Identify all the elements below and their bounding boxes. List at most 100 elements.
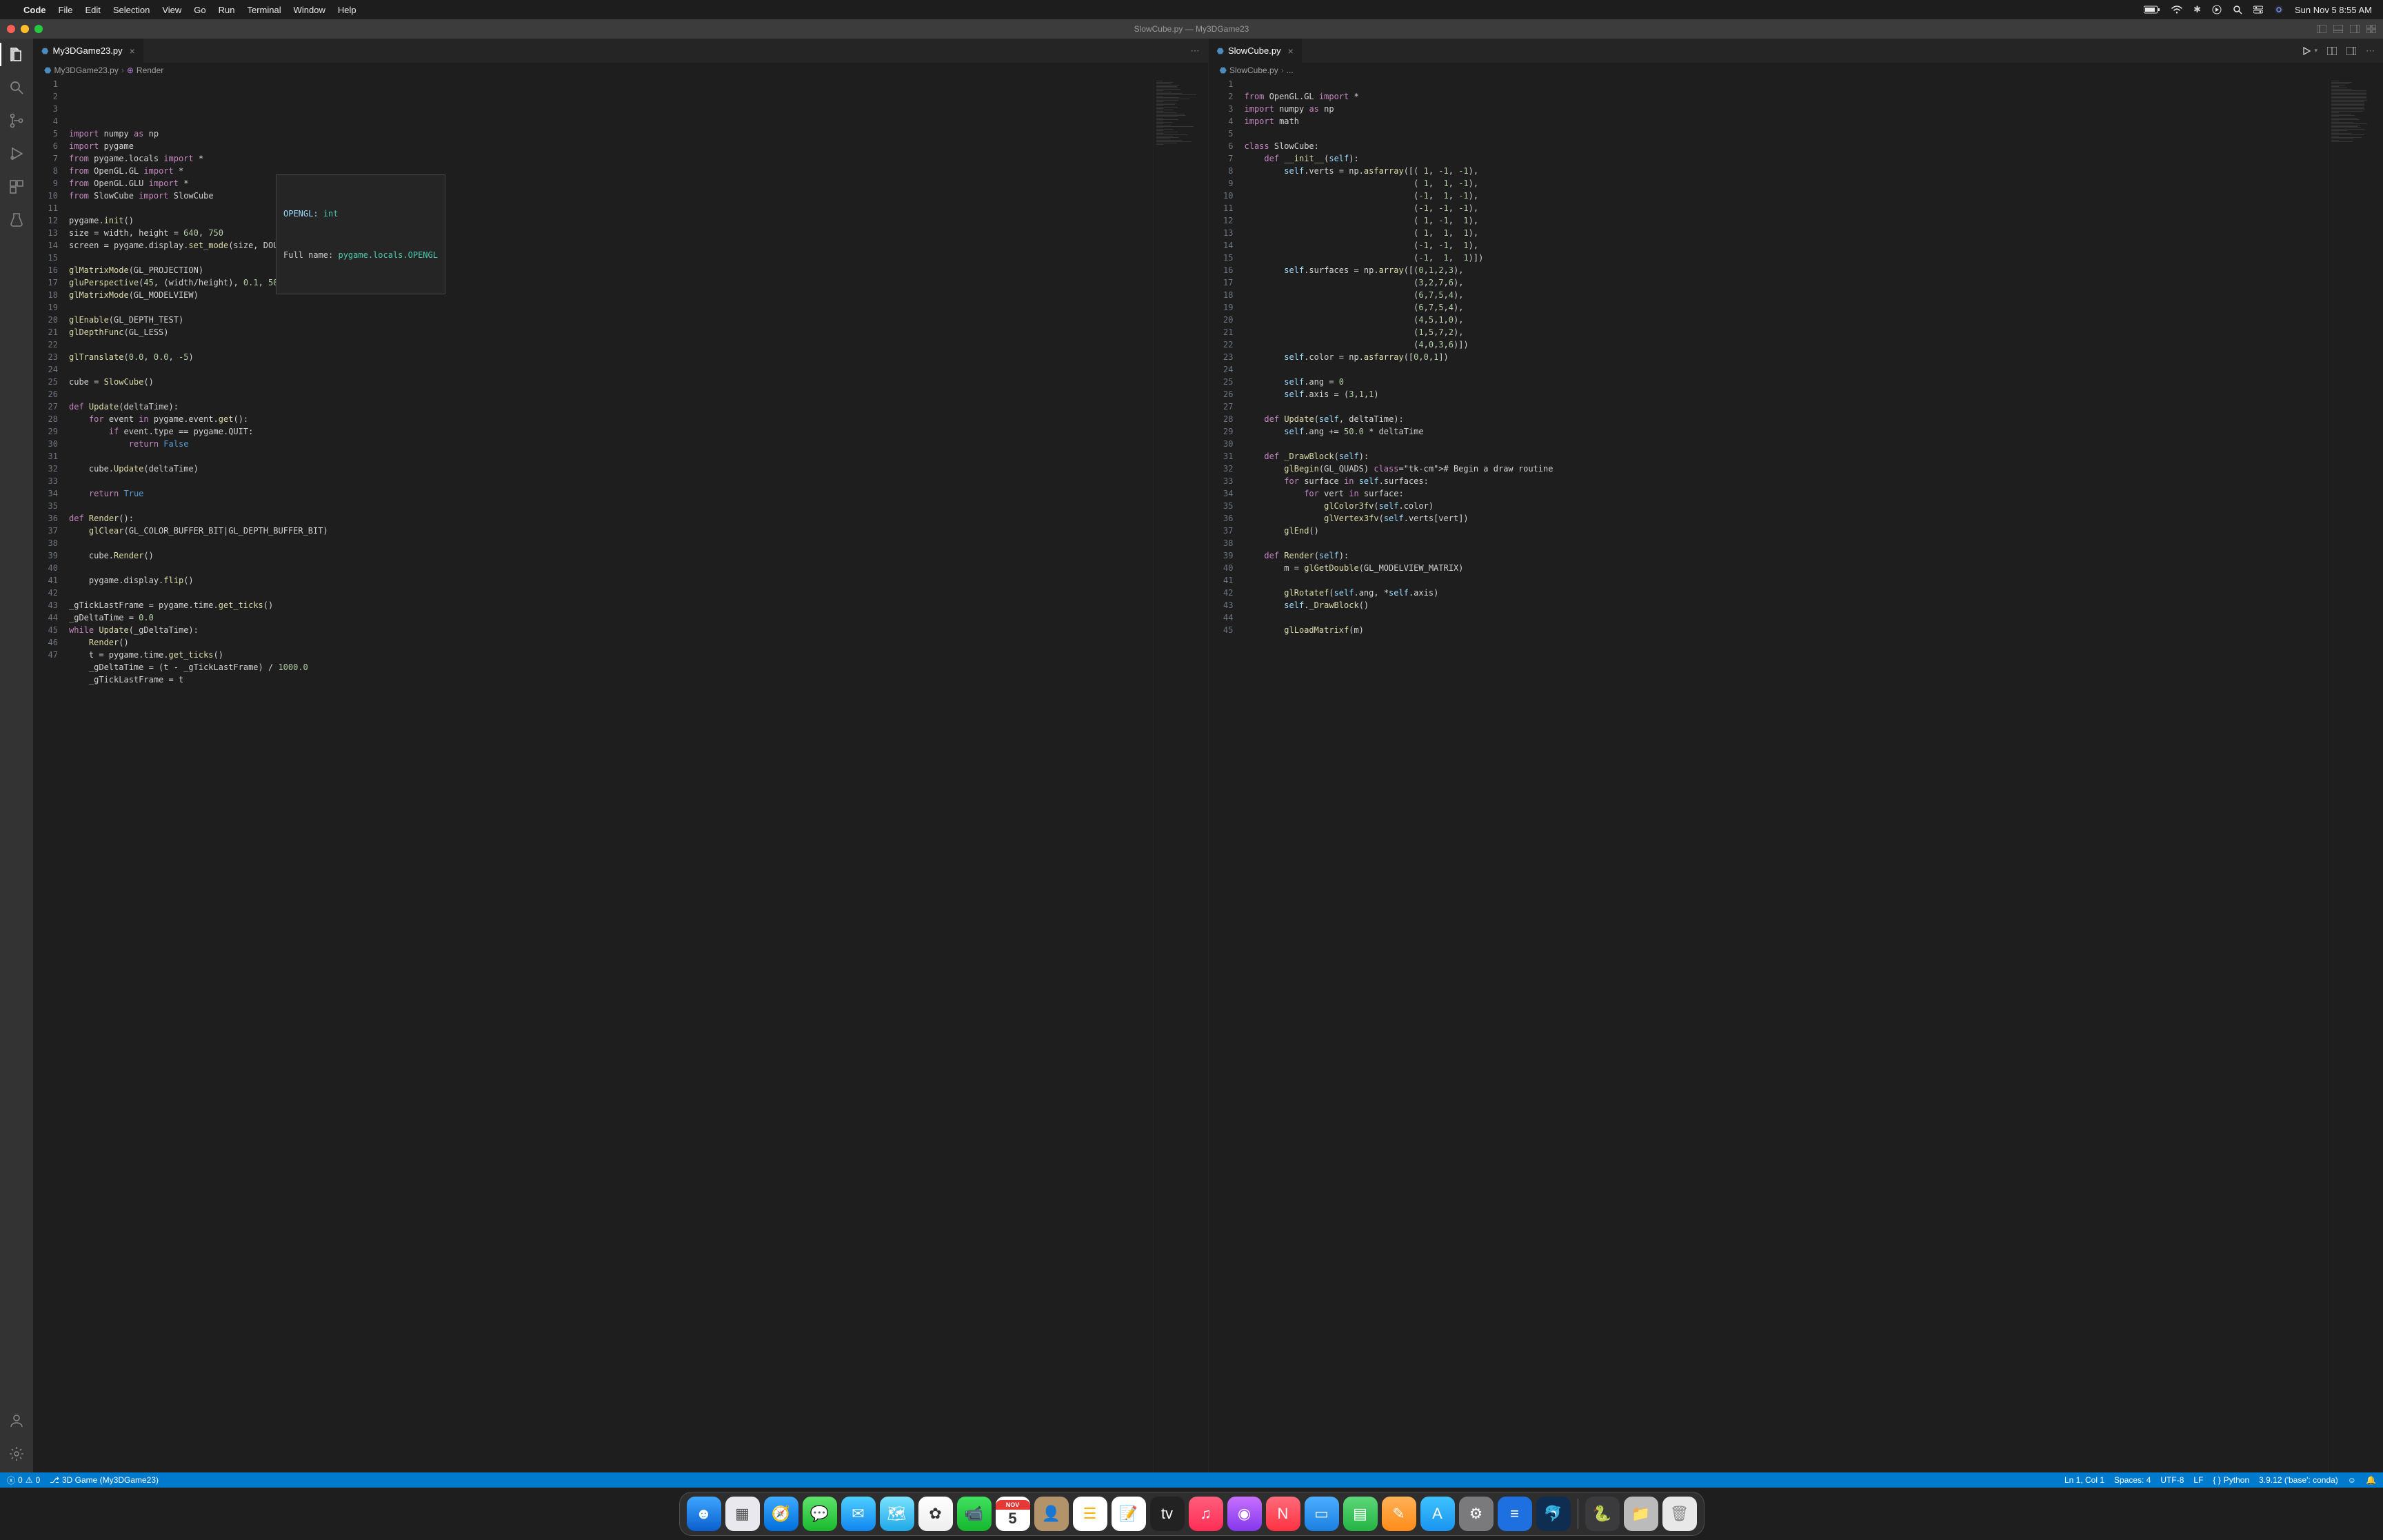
testing-icon[interactable]	[8, 211, 26, 229]
error-icon: ⓧ	[7, 1475, 15, 1486]
menu-window[interactable]: Window	[294, 5, 325, 15]
dock-maps-icon[interactable]: 🗺	[880, 1497, 914, 1531]
dock-numbers-icon[interactable]: ▤	[1343, 1497, 1378, 1531]
menu-view[interactable]: View	[162, 5, 181, 15]
code-content[interactable]: OPENGL: int Full name: pygame.locals.OPE…	[69, 78, 1153, 1472]
toggle-panel-right-icon[interactable]	[2350, 25, 2360, 33]
dock-appstore-icon[interactable]: A	[1420, 1497, 1455, 1531]
dock-mail-icon[interactable]: ✉	[841, 1497, 876, 1531]
code-content[interactable]: from OpenGL.GL import *import numpy as n…	[1245, 78, 2329, 1472]
play-status-icon[interactable]	[2212, 5, 2222, 14]
dock-facetime-icon[interactable]: 📹	[957, 1497, 992, 1531]
dock-keynote-icon[interactable]: ▭	[1305, 1497, 1339, 1531]
chevron-down-icon[interactable]: ▾	[2314, 47, 2317, 54]
bluetooth-icon[interactable]: ✱	[2193, 4, 2201, 15]
dock-tv-icon[interactable]: tv	[1150, 1497, 1185, 1531]
chevron-right-icon: ›	[1281, 65, 1284, 75]
tab-slowcube[interactable]: ⬣ SlowCube.py ×	[1209, 39, 1303, 63]
breadcrumb-file: My3DGame23.py	[54, 65, 118, 75]
menubar-clock[interactable]: Sun Nov 5 8:55 AM	[2295, 5, 2372, 15]
explorer-icon[interactable]	[8, 45, 26, 63]
status-interpreter[interactable]: 3.9.12 ('base': conda)	[2259, 1475, 2338, 1485]
dock-python-idle-icon[interactable]: 🐍	[1585, 1497, 1620, 1531]
dock-finder-icon[interactable]: ☻	[687, 1497, 721, 1531]
dock-mysql-icon[interactable]: 🐬	[1536, 1497, 1571, 1531]
menu-selection[interactable]: Selection	[113, 5, 150, 15]
dock-folder-icon[interactable]: 📁	[1624, 1497, 1658, 1531]
menu-edit[interactable]: Edit	[85, 5, 100, 15]
wifi-icon[interactable]	[2171, 6, 2182, 14]
line-gutter: 1234567891011121314151617181920212223242…	[1209, 78, 1245, 1472]
tab-my3dgame23[interactable]: ⬣ My3DGame23.py ×	[33, 39, 144, 63]
hover-fullname-label: Full name:	[283, 250, 333, 260]
hover-signature: OPENGL: int	[283, 209, 339, 219]
minimap[interactable]	[2328, 78, 2383, 1472]
status-indent[interactable]: Spaces: 4	[2114, 1475, 2151, 1485]
dock-notes-icon[interactable]: 📝	[1112, 1497, 1146, 1531]
spotlight-icon[interactable]	[2233, 5, 2242, 14]
menu-help[interactable]: Help	[338, 5, 356, 15]
search-icon[interactable]	[8, 79, 26, 97]
settings-gear-icon[interactable]	[8, 1445, 26, 1463]
status-eol[interactable]: LF	[2193, 1475, 2203, 1485]
customize-layout-icon[interactable]	[2366, 25, 2376, 33]
more-actions-icon[interactable]: ⋯	[1191, 45, 1200, 57]
extensions-icon[interactable]	[8, 178, 26, 196]
statusbar: ⓧ0 ⚠0 ⎇ 3D Game (My3DGame23) Ln 1, Col 1…	[0, 1472, 2383, 1488]
status-language[interactable]: { } Python	[2213, 1475, 2249, 1485]
dock-music-icon[interactable]: ♫	[1189, 1497, 1223, 1531]
dock-reminders-icon[interactable]: ☰	[1073, 1497, 1107, 1531]
dock-photos-icon[interactable]: ✿	[918, 1497, 953, 1531]
dock-safari-icon[interactable]: 🧭	[764, 1497, 798, 1531]
code-editor-left[interactable]: 1234567891011121314151617181920212223242…	[33, 78, 1208, 1472]
activity-bar	[0, 39, 33, 1472]
dock-trash-icon[interactable]: 🗑	[1662, 1497, 1697, 1531]
window-minimize-button[interactable]	[21, 25, 29, 33]
close-icon[interactable]: ×	[130, 45, 135, 57]
chevron-right-icon: ›	[121, 65, 124, 75]
status-notifications-icon[interactable]: 🔔	[2366, 1475, 2376, 1485]
dock-messages-icon[interactable]: 💬	[803, 1497, 837, 1531]
dock-calendar-icon[interactable]: NOV 5	[996, 1497, 1030, 1531]
app-name[interactable]: Code	[23, 5, 46, 15]
code-editor-right[interactable]: 1234567891011121314151617181920212223242…	[1209, 78, 2383, 1472]
run-file-icon[interactable]	[2302, 46, 2311, 56]
minimap[interactable]	[1153, 78, 1208, 1472]
control-center-icon[interactable]	[2253, 6, 2263, 14]
toggle-layout-icon[interactable]	[2346, 47, 2356, 55]
editor-pane-left: ⬣ My3DGame23.py × ⋯ ⬣ My3DGame23.py › ⊕ …	[33, 39, 1209, 1472]
toggle-panel-left-icon[interactable]	[2317, 25, 2326, 33]
tab-label: SlowCube.py	[1228, 45, 1281, 56]
toggle-panel-bottom-icon[interactable]	[2333, 25, 2343, 33]
siri-icon[interactable]	[2274, 5, 2284, 14]
split-editor-icon[interactable]	[2327, 47, 2337, 55]
breadcrumb-right[interactable]: ⬣ SlowCube.py › ...	[1209, 63, 2383, 78]
status-branch[interactable]: ⎇ 3D Game (My3DGame23)	[50, 1475, 159, 1485]
dock-launchpad-icon[interactable]: ▦	[725, 1497, 760, 1531]
dock-pages-icon[interactable]: ✎	[1382, 1497, 1416, 1531]
python-file-icon: ⬣	[1217, 46, 1224, 56]
dock-news-icon[interactable]: N	[1266, 1497, 1300, 1531]
menu-file[interactable]: File	[59, 5, 73, 15]
dock-vscode-icon[interactable]: ≡	[1498, 1497, 1532, 1531]
more-actions-icon[interactable]: ⋯	[2366, 45, 2375, 57]
status-feedback-icon[interactable]: ☺	[2348, 1475, 2356, 1485]
battery-icon[interactable]	[2144, 6, 2160, 14]
accounts-icon[interactable]	[8, 1412, 26, 1430]
window-zoom-button[interactable]	[34, 25, 43, 33]
menu-run[interactable]: Run	[219, 5, 235, 15]
status-problems[interactable]: ⓧ0 ⚠0	[7, 1475, 40, 1486]
vscode-window: SlowCube.py — My3DGame23	[0, 19, 2383, 1488]
breadcrumb-left[interactable]: ⬣ My3DGame23.py › ⊕ Render	[33, 63, 1208, 78]
menu-go[interactable]: Go	[194, 5, 205, 15]
window-close-button[interactable]	[7, 25, 15, 33]
dock-podcasts-icon[interactable]: ◉	[1227, 1497, 1262, 1531]
dock-settings-icon[interactable]: ⚙	[1459, 1497, 1494, 1531]
run-debug-icon[interactable]	[8, 145, 26, 163]
close-icon[interactable]: ×	[1288, 45, 1294, 57]
dock-contacts-icon[interactable]: 👤	[1034, 1497, 1069, 1531]
status-encoding[interactable]: UTF-8	[2160, 1475, 2184, 1485]
source-control-icon[interactable]	[8, 112, 26, 130]
menu-terminal[interactable]: Terminal	[248, 5, 281, 15]
status-cursor[interactable]: Ln 1, Col 1	[2064, 1475, 2104, 1485]
